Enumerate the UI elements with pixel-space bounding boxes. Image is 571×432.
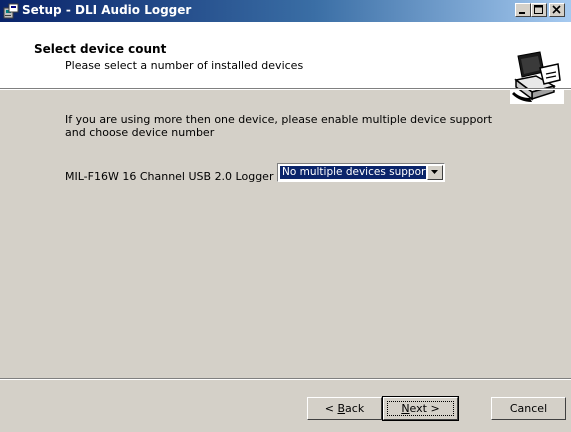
wizard-header: Select device count Please select a numb… (0, 22, 571, 104)
setup-window: Setup - DLI Audio Logger Select device c… (0, 0, 571, 432)
header-divider (0, 88, 571, 90)
back-button-accelerator: B (337, 402, 346, 415)
instruction-text: If you are using more then one device, p… (65, 113, 493, 139)
back-button-label: ack (345, 402, 365, 415)
close-icon (552, 5, 561, 14)
maximize-button[interactable] (531, 3, 547, 17)
next-button[interactable]: Next > (382, 396, 459, 421)
dropdown-button[interactable] (427, 165, 443, 180)
maximize-icon (534, 5, 543, 14)
setup-installer-icon[interactable] (3, 3, 19, 19)
device-label: MIL-F16W 16 Channel USB 2.0 Logger (65, 170, 274, 183)
back-button[interactable]: < Back (307, 397, 382, 420)
device-count-select[interactable]: No multiple devices support (277, 163, 445, 182)
footer-divider (0, 378, 571, 380)
minimize-button[interactable] (515, 3, 531, 17)
close-button[interactable] (549, 3, 565, 17)
window-title: Setup - DLI Audio Logger (22, 3, 192, 17)
minimize-icon (519, 12, 525, 14)
dropdown-arrow-icon (431, 170, 438, 174)
next-button-focus-ring (387, 401, 454, 416)
device-count-selected-value: No multiple devices support (280, 166, 426, 179)
page-title: Select device count (34, 42, 167, 56)
cancel-button[interactable]: Cancel (491, 397, 566, 420)
computer-setup-icon (510, 50, 564, 104)
title-bar[interactable]: Setup - DLI Audio Logger (0, 0, 571, 22)
page-subtitle: Please select a number of installed devi… (65, 59, 304, 72)
back-button-prefix: < (324, 402, 338, 415)
